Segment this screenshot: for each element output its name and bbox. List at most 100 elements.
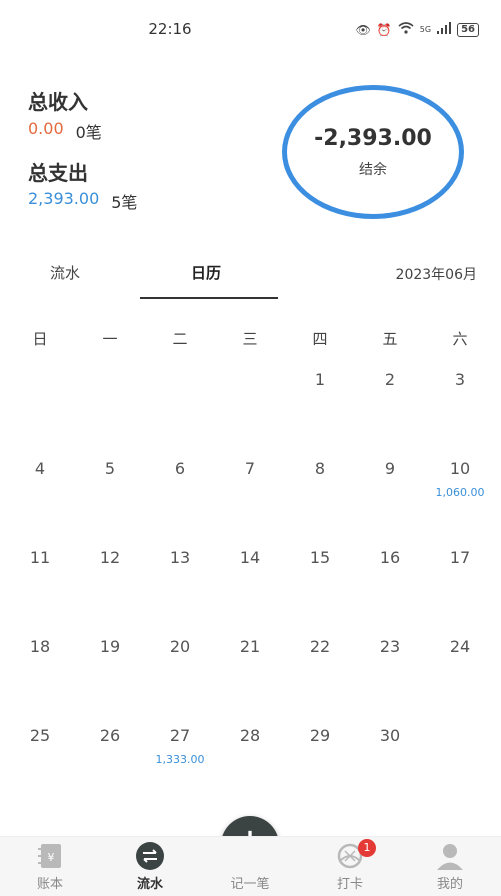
- svg-text:¥: ¥: [48, 851, 55, 864]
- battery-icon: 56: [457, 22, 479, 37]
- calendar-day[interactable]: 10 1,060.00: [425, 459, 495, 499]
- day-number: 8: [314, 459, 326, 478]
- nav-label: 账本: [36, 877, 63, 892]
- tab-indicator: [140, 297, 278, 299]
- day-number: 24: [449, 637, 471, 656]
- day-number: 25: [29, 726, 51, 745]
- day-number: 29: [309, 726, 331, 745]
- weekday-header: 二: [172, 330, 188, 348]
- calendar-day[interactable]: 11: [5, 548, 75, 567]
- calendar-day[interactable]: 29: [285, 726, 355, 745]
- day-number: 20: [169, 637, 191, 656]
- day-number: 16: [379, 548, 401, 567]
- day-number: 11: [29, 548, 51, 567]
- nav-flow[interactable]: 流水: [100, 841, 200, 892]
- weekday-header: 四: [312, 330, 328, 348]
- weekday-header: 六: [452, 330, 468, 348]
- nav-label: 记一笔: [230, 877, 270, 892]
- day-number: 17: [449, 548, 471, 567]
- calendar-day[interactable]: 16: [355, 548, 425, 567]
- calendar-day[interactable]: 9: [355, 459, 425, 478]
- day-number: 13: [169, 548, 191, 567]
- balance-label: 结余: [359, 161, 387, 178]
- calendar-day[interactable]: 6: [145, 459, 215, 478]
- calendar-day[interactable]: 21: [215, 637, 285, 656]
- calendar-day[interactable]: 8: [285, 459, 355, 478]
- calendar-day[interactable]: 15: [285, 548, 355, 567]
- income-amount: 0.00: [28, 119, 64, 138]
- calendar-day[interactable]: 30: [355, 726, 425, 745]
- calendar-day[interactable]: 5: [75, 459, 145, 478]
- calendar-day[interactable]: 24: [425, 637, 495, 656]
- tab-flow[interactable]: 流水: [50, 262, 80, 283]
- calendar-day[interactable]: 3: [425, 370, 495, 389]
- bottom-nav: ¥ 账本 流水 记一笔 1 打卡 我的: [0, 836, 501, 896]
- income-label: 总收入: [28, 90, 88, 114]
- signal-icon: [437, 22, 452, 37]
- calendar-day[interactable]: 20: [145, 637, 215, 656]
- calendar-day[interactable]: 12: [75, 548, 145, 567]
- day-number: 22: [309, 637, 331, 656]
- day-number: 27: [169, 726, 191, 745]
- day-number: 7: [244, 459, 256, 478]
- calendar-day[interactable]: 1: [285, 370, 355, 389]
- day-number: 30: [379, 726, 401, 745]
- calendar-day[interactable]: 7: [215, 459, 285, 478]
- weekday-header: 三: [242, 330, 258, 348]
- calendar-day[interactable]: 14: [215, 548, 285, 567]
- nav-checkin[interactable]: 1 打卡: [300, 839, 400, 892]
- day-number: 12: [99, 548, 121, 567]
- nav-add[interactable]: 记一笔: [200, 841, 300, 892]
- day-number: 4: [34, 459, 46, 478]
- calendar-day[interactable]: 26: [75, 726, 145, 745]
- day-expense-amount: 1,060.00: [435, 486, 485, 499]
- day-number: 23: [379, 637, 401, 656]
- ledger-icon: ¥: [38, 844, 61, 868]
- plus-icon: [235, 841, 265, 871]
- calendar-day[interactable]: 17: [425, 548, 495, 567]
- balance-amount: -2,393.00: [314, 125, 432, 151]
- calendar-day[interactable]: 13: [145, 548, 215, 567]
- balance-circle: -2,393.00 结余: [282, 85, 464, 219]
- weekday-header: 一: [102, 330, 118, 348]
- nav-profile[interactable]: 我的: [400, 841, 500, 892]
- expense-count: 5笔: [111, 193, 138, 212]
- wifi-icon: [398, 22, 414, 37]
- status-time: 22:16: [148, 20, 192, 38]
- calendar-day[interactable]: 19: [75, 637, 145, 656]
- month-selector[interactable]: 2023年06月: [396, 264, 477, 284]
- day-number: 28: [239, 726, 261, 745]
- calendar-day[interactable]: 28: [215, 726, 285, 745]
- calendar-day[interactable]: 23: [355, 637, 425, 656]
- day-number: 1: [314, 370, 326, 389]
- day-number: 21: [239, 637, 261, 656]
- calendar-day[interactable]: 4: [5, 459, 75, 478]
- day-number: 3: [454, 370, 466, 389]
- day-number: 14: [239, 548, 261, 567]
- day-number: 10: [449, 459, 471, 478]
- nav-label: 打卡: [336, 877, 363, 892]
- calendar-day[interactable]: 22: [285, 637, 355, 656]
- alarm-icon: ⏰: [376, 22, 392, 37]
- calendar-day[interactable]: 2: [355, 370, 425, 389]
- expense-row: 2,393.00 5笔: [28, 189, 137, 213]
- status-bar: 22:16 👁 ⏰ 5G 56: [0, 0, 501, 60]
- income-row: 0.00 0笔: [28, 119, 102, 143]
- checkin-badge: 1: [358, 839, 376, 857]
- nav-label: 流水: [136, 877, 163, 892]
- day-number: 19: [99, 637, 121, 656]
- nav-ledger[interactable]: ¥ 账本: [0, 841, 100, 892]
- profile-icon: [437, 844, 463, 870]
- tab-calendar[interactable]: 日历: [191, 262, 221, 283]
- calendar-day[interactable]: 18: [5, 637, 75, 656]
- nav-label: 我的: [436, 877, 463, 892]
- calendar-day[interactable]: 25: [5, 726, 75, 745]
- income-count: 0笔: [75, 123, 102, 142]
- network-label: 5G: [419, 25, 432, 34]
- day-number: 18: [29, 637, 51, 656]
- transfer-icon: [136, 842, 164, 870]
- expense-amount: 2,393.00: [28, 189, 100, 208]
- weekday-header: 日: [32, 330, 48, 348]
- calendar-day[interactable]: 27 1,333.00: [145, 726, 215, 766]
- day-number: 5: [104, 459, 116, 478]
